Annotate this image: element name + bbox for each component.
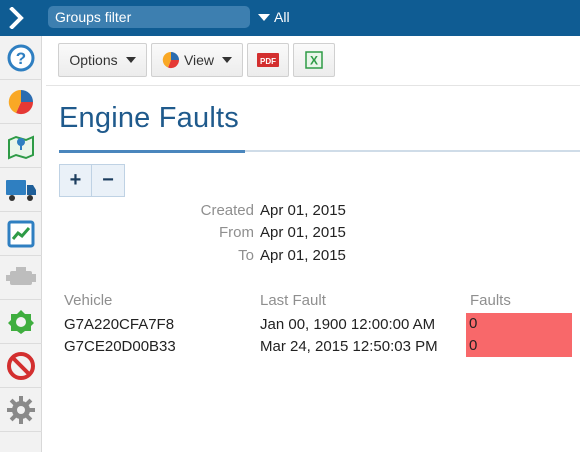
zoom-controls: + − [59,164,125,197]
faults-cell: 0 [466,335,572,357]
last-fault-cell: Mar 24, 2015 12:50:03 PM [260,338,438,355]
options-button[interactable]: Options [58,43,147,77]
sidebar-item-dashboard[interactable] [0,80,42,124]
from-label: From [219,224,254,241]
last-fault-cell: Jan 00, 1900 12:00:00 AM [260,316,436,333]
sidebar-item-administration[interactable] [0,388,42,432]
top-bar: All [0,0,580,36]
groups-all-dropdown[interactable]: All [258,7,290,27]
created-label: Created [200,202,254,219]
rules-gear-icon [8,309,34,334]
export-excel-button[interactable]: X [293,43,335,77]
to-value: Apr 01, 2015 [260,247,346,264]
expand-menu-button[interactable] [0,0,34,36]
sidebar: ? [0,36,42,452]
zoom-out-button[interactable]: − [92,164,125,197]
vehicle-cell[interactable]: G7A220CFA7F8 [64,316,174,333]
faults-cell: 0 [466,313,572,335]
sidebar-item-exceptions[interactable] [0,344,42,388]
pie-chart-icon [162,51,179,69]
help-icon: ? [7,44,35,71]
sidebar-item-map[interactable] [0,124,42,168]
dropdown-triangle-icon [258,13,270,21]
dropdown-triangle-icon [125,57,136,63]
svg-text:?: ? [16,49,26,68]
created-value: Apr 01, 2015 [260,202,346,219]
map-icon [8,134,34,160]
exceptions-icon [7,351,35,380]
excel-label: X [310,54,318,68]
sidebar-item-help[interactable]: ? [0,36,42,80]
view-label: View [183,52,215,68]
title-underline-accent [59,150,245,153]
column-header-faults: Faults [470,292,511,309]
settings-icon [7,395,35,424]
pdf-icon: PDF [257,53,279,67]
dropdown-triangle-icon [222,57,233,63]
truck-icon [6,179,36,201]
column-header-vehicle: Vehicle [64,292,113,309]
report-toolbar: Options View PDF X [58,43,339,77]
view-button[interactable]: View [151,43,243,77]
title-underline [59,150,580,153]
column-header-last-fault: Last Fault [260,292,326,309]
toolbar-divider [46,85,580,86]
engine-icon [6,266,36,285]
zoom-in-button[interactable]: + [59,164,92,197]
page-title: Engine Faults [59,102,239,134]
pdf-label: PDF [260,57,276,66]
export-pdf-button[interactable]: PDF [247,43,289,77]
pie-chart-icon [8,89,34,114]
all-label: All [274,9,290,25]
sidebar-item-rules[interactable] [0,300,42,344]
chevron-right-icon [9,7,24,29]
options-label: Options [69,52,118,68]
to-label: To [238,247,254,264]
groups-filter-input[interactable] [48,6,250,28]
from-value: Apr 01, 2015 [260,224,346,241]
vehicle-cell[interactable]: G7CE20D00B33 [64,338,176,355]
excel-icon: X [305,51,323,69]
